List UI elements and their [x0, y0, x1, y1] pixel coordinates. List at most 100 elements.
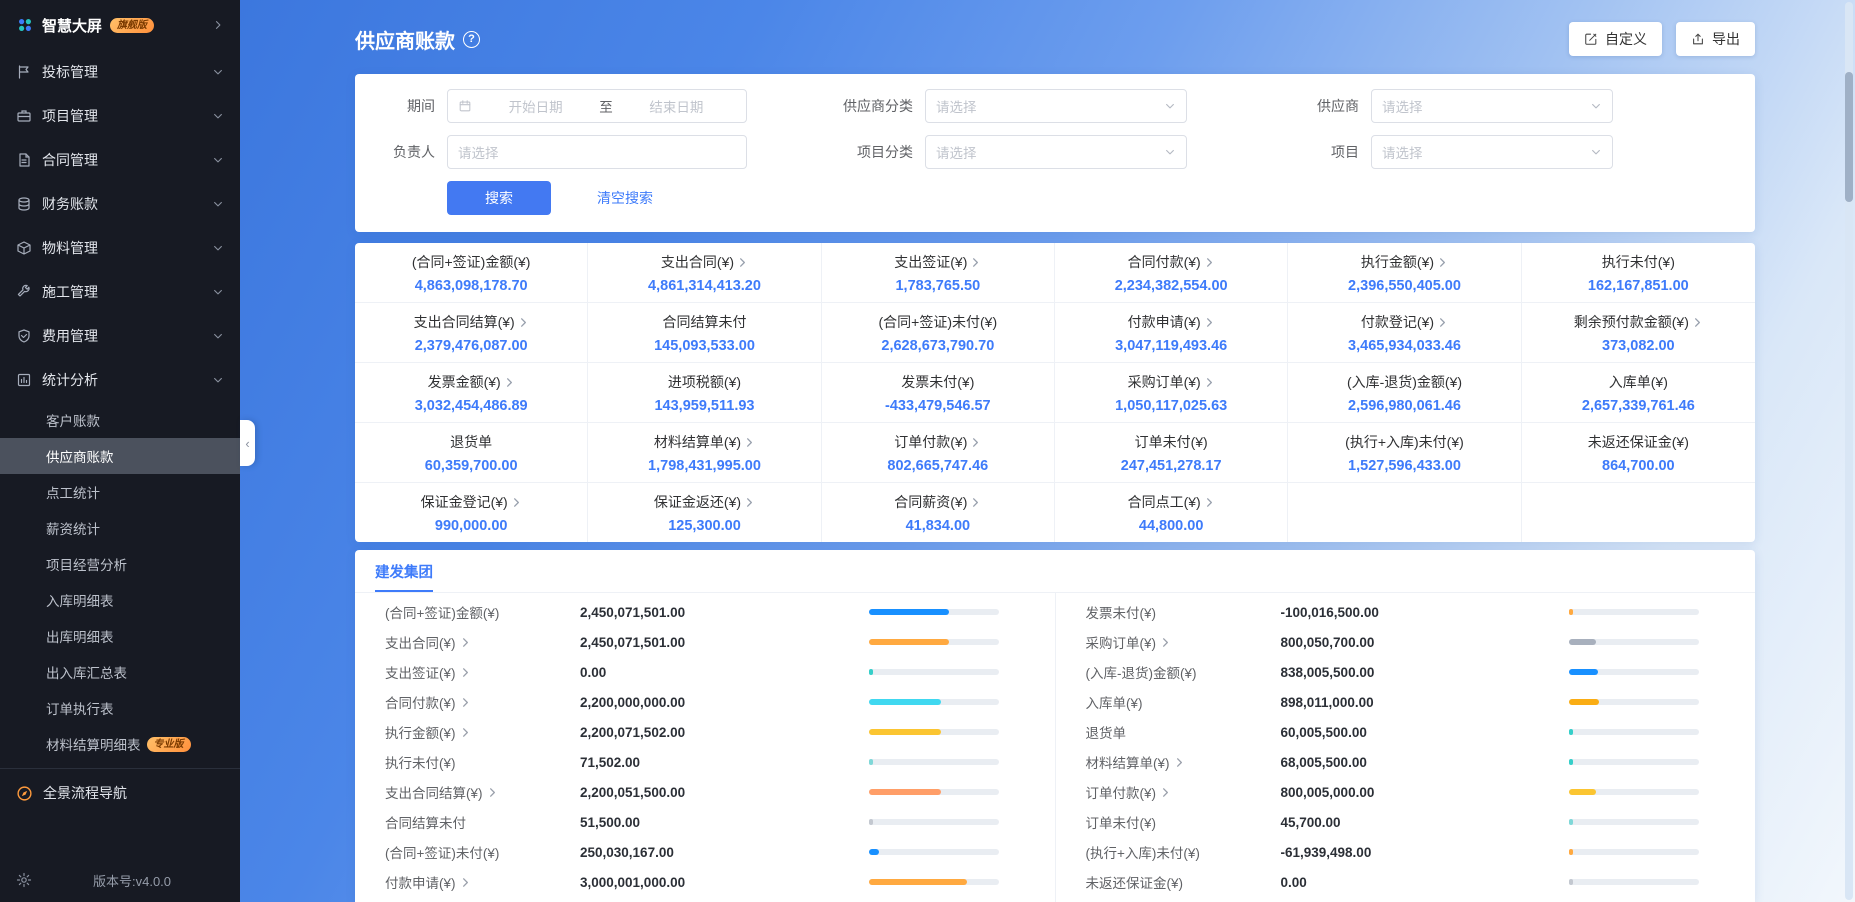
help-icon[interactable]: ?: [463, 30, 480, 48]
chevron-down-icon: [1164, 100, 1176, 112]
drilldown-arrow-icon[interactable]: [460, 727, 471, 738]
customize-button-label: 自定义: [1605, 31, 1647, 47]
sidebar-item-label: 项目管理: [42, 108, 98, 124]
stat-label: 材料结算单(¥): [653, 434, 742, 450]
stat-label: 入库单(¥): [1608, 374, 1668, 390]
stat-value: 990,000.00: [434, 518, 508, 534]
settings-gear-icon[interactable]: [16, 872, 32, 888]
drilldown-arrow-icon[interactable]: [1437, 317, 1448, 328]
select-placeholder: 请选择: [936, 146, 977, 161]
sidebar-item-label: 全景流程导航: [43, 785, 127, 801]
sidebar-item-label: 施工管理: [42, 284, 98, 300]
drilldown-arrow-icon[interactable]: [1204, 257, 1215, 268]
project-select[interactable]: 请选择: [1371, 135, 1613, 169]
stat-label: 发票未付(¥): [901, 374, 975, 390]
drilldown-arrow-icon[interactable]: [744, 437, 755, 448]
panorama-nav-icon: [16, 785, 33, 802]
sidebar-subitem[interactable]: 材料结算明细表 专业版: [0, 726, 240, 762]
bar-track: [1569, 789, 1699, 795]
summary-stat-cell: 合同结算未付 145,093,533.00: [588, 303, 822, 363]
sidebar-item[interactable]: 投标管理: [0, 50, 240, 94]
bar-fill: [868, 819, 873, 825]
project-management-icon: [16, 108, 32, 124]
bar-track: [1569, 639, 1699, 645]
sidebar-subitem[interactable]: 订单执行表: [0, 690, 240, 726]
search-button[interactable]: 搜索: [447, 181, 551, 215]
project-category-select[interactable]: 请选择: [925, 135, 1187, 169]
drilldown-arrow-icon[interactable]: [744, 497, 755, 508]
sidebar-subitem-label: 点工统计: [46, 486, 100, 501]
bar-fill: [1569, 849, 1573, 855]
supplier-category-select[interactable]: 请选择: [925, 89, 1187, 123]
drilldown-arrow-icon[interactable]: [1437, 257, 1448, 268]
bar-fill: [1569, 789, 1597, 795]
drilldown-arrow-icon[interactable]: [970, 437, 981, 448]
sidebar-subitem[interactable]: 供应商账款: [0, 438, 240, 474]
sidebar-item[interactable]: 财务账款: [0, 182, 240, 226]
drilldown-arrow-icon[interactable]: [487, 787, 498, 798]
sidebar-collapse-handle[interactable]: ‹: [240, 420, 255, 466]
bar-track: [868, 669, 999, 675]
period-label: 期间: [407, 98, 435, 114]
bar-track: [1569, 609, 1699, 615]
stat-value: 2,628,673,790.70: [881, 338, 995, 354]
manager-input[interactable]: 请选择: [447, 135, 747, 169]
sidebar-item[interactable]: 合同管理: [0, 138, 240, 182]
sidebar-subitem[interactable]: 入库明细表: [0, 582, 240, 618]
drilldown-arrow-icon[interactable]: [518, 317, 529, 328]
sidebar-subitem[interactable]: 出入库汇总表: [0, 654, 240, 690]
drilldown-arrow-icon[interactable]: [1204, 377, 1215, 388]
sidebar-subitem[interactable]: 薪资统计: [0, 510, 240, 546]
drilldown-arrow-icon[interactable]: [737, 257, 748, 268]
drilldown-arrow-icon[interactable]: [1204, 317, 1215, 328]
detail-row: (合同+签证)金额(¥) 2,450,071,501.00: [355, 597, 1055, 627]
drilldown-arrow-icon[interactable]: [1174, 757, 1185, 768]
detail-row: 合同付款(¥) 2,200,000,000.00: [355, 687, 1055, 717]
sidebar-subitem[interactable]: 点工统计: [0, 474, 240, 510]
summary-stat-cell: 支出签证(¥) 1,783,765.50: [821, 243, 1055, 303]
sidebar-item[interactable]: 项目管理: [0, 94, 240, 138]
group-name-tab[interactable]: 建发集团: [375, 561, 433, 592]
date-range-input[interactable]: 开始日期 至 结束日期: [447, 89, 747, 123]
date-range-separator: 至: [599, 100, 613, 115]
drilldown-arrow-icon[interactable]: [1160, 637, 1171, 648]
sidebar-item[interactable]: 费用管理: [0, 314, 240, 358]
export-button[interactable]: 导出: [1676, 22, 1755, 56]
drilldown-arrow-icon[interactable]: [460, 877, 471, 888]
sidebar-subitem-label: 薪资统计: [46, 522, 100, 537]
customize-button[interactable]: 自定义: [1569, 22, 1662, 56]
detail-label: 支出签证(¥): [385, 666, 456, 681]
sidebar-item-panorama-nav[interactable]: 全景流程导航: [0, 771, 240, 815]
supplier-select[interactable]: 请选择: [1371, 89, 1613, 123]
detail-row: 执行金额(¥) 2,200,071,502.00: [355, 717, 1055, 747]
filter-row-1: 期间 开始日期 至 结束日期 供应商分类 请选择 供应商 请选择: [377, 89, 1733, 123]
sidebar-item[interactable]: 施工管理: [0, 270, 240, 314]
drilldown-arrow-icon[interactable]: [460, 667, 471, 678]
summary-stat-cell: 执行未付(¥) 162,167,851.00: [1521, 243, 1755, 303]
bar-track: [1569, 729, 1699, 735]
stat-label: 支出签证(¥): [894, 254, 968, 270]
detail-row: 采购订单(¥) 800,050,700.00: [1056, 627, 1756, 657]
sidebar-item-smart-screen[interactable]: 智慧大屏 旗舰版: [0, 0, 240, 50]
scrollbar-track[interactable]: [1845, 2, 1853, 900]
drilldown-arrow-icon[interactable]: [1160, 787, 1171, 798]
sidebar-item[interactable]: 物料管理: [0, 226, 240, 270]
drilldown-arrow-icon[interactable]: [504, 377, 515, 388]
scrollbar-thumb[interactable]: [1845, 72, 1853, 202]
stat-label: (合同+签证)未付(¥): [878, 314, 998, 330]
drilldown-arrow-icon[interactable]: [970, 497, 981, 508]
drilldown-arrow-icon[interactable]: [970, 257, 981, 268]
drilldown-arrow-icon[interactable]: [460, 637, 471, 648]
drilldown-arrow-icon[interactable]: [460, 697, 471, 708]
drilldown-arrow-icon[interactable]: [1204, 497, 1215, 508]
drilldown-arrow-icon[interactable]: [511, 497, 522, 508]
stat-value: 125,300.00: [668, 518, 741, 534]
sidebar-subitem[interactable]: 出库明细表: [0, 618, 240, 654]
sidebar-subitem[interactable]: 客户账款: [0, 402, 240, 438]
clear-search-link[interactable]: 清空搜索: [597, 188, 653, 208]
drilldown-arrow-icon[interactable]: [1692, 317, 1703, 328]
bar-track: [1569, 879, 1699, 885]
sidebar-subitem[interactable]: 项目经营分析: [0, 546, 240, 582]
sidebar-item[interactable]: 统计分析: [0, 358, 240, 402]
bar-track: [868, 849, 999, 855]
